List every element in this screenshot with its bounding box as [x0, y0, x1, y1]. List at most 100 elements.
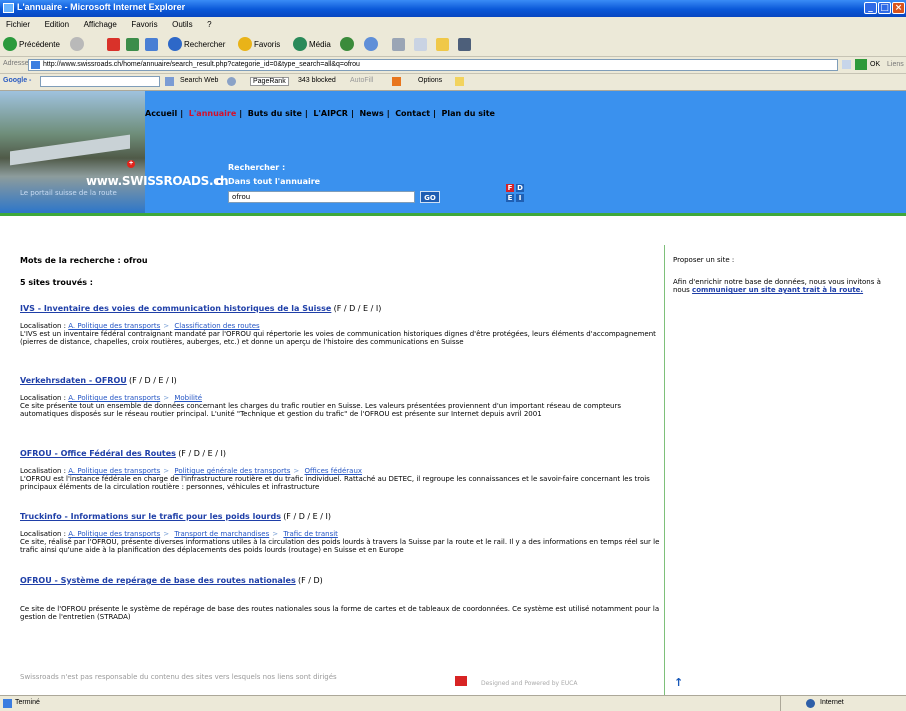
back-button[interactable]: Précédente — [3, 36, 60, 52]
result-item: OFROU - Système de repérage de base des … — [20, 576, 660, 621]
category-link[interactable]: A. Politique des transports — [68, 530, 160, 538]
search-button[interactable]: Rechercher — [168, 36, 225, 52]
menu-edition[interactable]: Edition — [45, 17, 69, 32]
ie-icon — [3, 3, 14, 13]
media-icon — [293, 37, 307, 51]
pencil-icon[interactable] — [455, 77, 464, 86]
result-description: L'IVS est un inventaire fédéral contraig… — [20, 330, 656, 346]
refresh-button[interactable] — [126, 36, 139, 52]
lang-i-button[interactable]: I — [516, 194, 524, 202]
result-title-link[interactable]: OFROU - Système de repérage de base des … — [20, 576, 296, 585]
result-title-link[interactable]: Verkehrsdaten - OFROU — [20, 376, 127, 385]
forward-button[interactable] — [70, 36, 86, 52]
nav-contact[interactable]: Contact — [395, 109, 430, 118]
stop-button[interactable] — [107, 36, 120, 52]
go-button[interactable]: OK — [870, 61, 880, 68]
nav-aipcr[interactable]: L'AIPCR — [313, 109, 348, 118]
google-dropdown-icon[interactable] — [165, 77, 174, 86]
category-link[interactable]: Trafic de transit — [283, 530, 338, 538]
folder-button[interactable] — [436, 36, 449, 52]
url-text: http://www.swissroads.ch/home/annuaire/s… — [43, 61, 360, 68]
dropdown-arrow-icon[interactable] — [842, 60, 851, 69]
site-search-go-button[interactable]: GO — [420, 191, 440, 203]
category-link[interactable]: Offices fédéraux — [304, 467, 362, 475]
nav-buts[interactable]: Buts du site — [248, 109, 302, 118]
site-header: Accueil | L'annuaire | Buts du site | L'AIP… — [0, 91, 906, 213]
lang-d-button[interactable]: D — [516, 184, 524, 192]
status-text: Terminé — [15, 699, 40, 706]
category-link[interactable]: Classification des routes — [174, 322, 259, 330]
google-logo[interactable]: Google - — [3, 77, 31, 84]
category-link[interactable]: A. Politique des transports — [68, 394, 160, 402]
result-description: Ce site de l'OFROU présente le système d… — [20, 605, 660, 621]
menu-fichier[interactable]: Fichier — [6, 17, 30, 32]
site-logo[interactable]: www.SWISSROADS.ch — [86, 174, 229, 188]
go-arrow-icon[interactable] — [855, 59, 867, 70]
address-bar: Adresse http://www.swissroads.ch/home/an… — [0, 57, 906, 74]
search-web-button[interactable]: Search Web — [180, 77, 218, 84]
menu-affichage[interactable]: Affichage — [84, 17, 117, 32]
category-link[interactable]: Mobilité — [174, 394, 202, 402]
result-langs: (F / D / E / I) — [128, 376, 177, 385]
highlight-icon[interactable] — [392, 77, 401, 86]
menu-favoris[interactable]: Favoris — [131, 17, 157, 32]
print-button[interactable] — [392, 36, 405, 52]
globe-icon — [806, 699, 815, 708]
result-localisation: Localisation : A. Politique des transpor… — [20, 394, 203, 402]
autofill-button[interactable]: AutoFill — [350, 77, 373, 84]
category-link[interactable]: A. Politique des transports — [68, 467, 160, 475]
footer-powered[interactable]: Designed and Powered by EUCA — [481, 680, 577, 687]
url-field[interactable]: http://www.swissroads.ch/home/annuaire/s… — [28, 59, 838, 71]
search-scope-radio[interactable] — [216, 178, 223, 185]
search-label: Rechercher : — [228, 163, 286, 172]
result-title-link[interactable]: OFROU - Office Fédéral des Routes — [20, 449, 176, 458]
news-icon[interactable] — [227, 77, 236, 86]
maximize-button[interactable]: □ — [878, 2, 891, 14]
result-title-link[interactable]: Truckinfo - Informations sur le trafic p… — [20, 512, 281, 521]
stop-icon — [107, 37, 120, 51]
site-search-input[interactable]: ofrou — [228, 191, 415, 203]
close-button[interactable]: × — [892, 2, 905, 14]
options-button[interactable]: Options — [418, 77, 442, 84]
history-icon — [340, 37, 354, 51]
result-localisation: Localisation : A. Politique des transpor… — [20, 467, 363, 475]
history-button[interactable] — [340, 36, 356, 52]
category-link[interactable]: Politique générale des transports — [174, 467, 290, 475]
result-item: Truckinfo - Informations sur le trafic p… — [20, 512, 660, 554]
category-link[interactable]: A. Politique des transports — [68, 322, 160, 330]
result-description: Ce site présente tout un ensemble de don… — [20, 402, 621, 418]
menu-outils[interactable]: Outils — [172, 17, 192, 32]
folder-icon — [436, 37, 449, 51]
nav-plan[interactable]: Plan du site — [442, 109, 495, 118]
media-button[interactable]: Média — [293, 36, 331, 52]
sidebar-text: Afin d'enrichir notre base de données, n… — [673, 278, 881, 294]
home-button[interactable] — [145, 36, 158, 52]
links-button[interactable]: Liens — [887, 61, 904, 68]
result-item: IVS - Inventaire des voies de communicat… — [20, 304, 660, 346]
result-langs: (F / D / E / I) — [283, 512, 331, 521]
messenger-button[interactable] — [458, 36, 471, 52]
status-bar: Terminé Internet — [0, 695, 906, 711]
category-link[interactable]: Transport de marchandises — [174, 530, 269, 538]
result-langs: (F / D / E / I) — [178, 449, 226, 458]
mail-button[interactable] — [364, 36, 380, 52]
back-to-top-arrow-icon[interactable]: ↑ — [674, 676, 683, 689]
lang-e-button[interactable]: E — [506, 194, 514, 202]
google-search-input[interactable] — [40, 76, 160, 87]
euca-logo — [455, 676, 467, 686]
window-titlebar: L'annuaire - Microsoft Internet Explorer… — [0, 0, 906, 17]
menu-help[interactable]: ? — [207, 17, 211, 32]
popup-blocked-count[interactable]: 343 blocked — [298, 77, 336, 84]
lang-f-button[interactable]: F — [506, 184, 514, 192]
edit-button[interactable] — [414, 36, 427, 52]
minimize-button[interactable]: _ — [864, 2, 877, 14]
search-icon — [168, 37, 182, 51]
result-title-link[interactable]: IVS - Inventaire des voies de communicat… — [20, 304, 331, 313]
nav-news[interactable]: News — [359, 109, 383, 118]
result-localisation: Localisation : A. Politique des transpor… — [20, 322, 260, 330]
nav-annuaire[interactable]: L'annuaire — [189, 109, 237, 118]
favorites-button[interactable]: Favoris — [238, 36, 280, 52]
pagerank-indicator: PageRank — [250, 77, 289, 86]
propose-site-link[interactable]: communiquer un site ayant trait à la rou… — [692, 286, 863, 294]
nav-accueil[interactable]: Accueil — [145, 109, 177, 118]
